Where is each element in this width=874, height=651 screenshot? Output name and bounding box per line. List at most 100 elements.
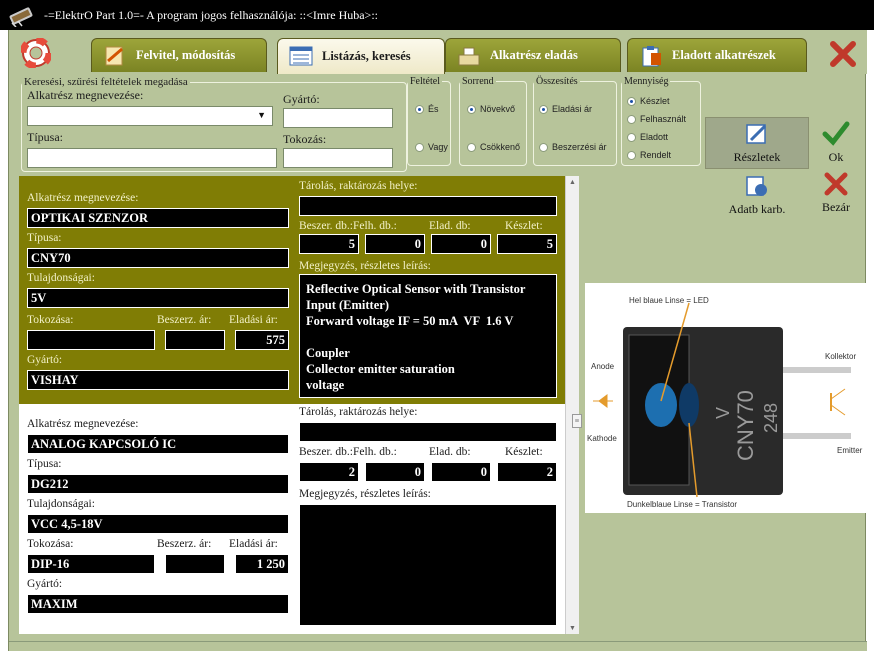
radio-label: Felhasznált xyxy=(640,114,687,124)
name-label: Alkatrész megnevezése: xyxy=(27,418,139,430)
chevron-down-icon[interactable]: ▼ xyxy=(257,110,266,120)
radio-dot xyxy=(627,150,636,160)
radio-dot xyxy=(627,114,636,124)
close-icon[interactable] xyxy=(829,40,857,68)
app-icon xyxy=(9,7,33,27)
radio-sold[interactable]: Eladott xyxy=(627,132,668,142)
status-bar xyxy=(9,641,867,651)
part-notes[interactable]: Reflective Optical Sensor with Transisto… xyxy=(299,274,557,398)
tab-label: Eladott alkatrészek xyxy=(672,48,776,62)
stock-label: Készlet: xyxy=(505,446,543,458)
name-label: Alkatrész megnevezése: xyxy=(27,192,139,204)
chip-marking-number: 248 xyxy=(761,403,781,433)
chip-marking: CNY70 xyxy=(733,390,758,461)
radio-dot xyxy=(467,104,476,114)
part-buy-price xyxy=(165,554,225,574)
tab-list-search[interactable]: Listázás, keresés xyxy=(277,38,445,74)
radio-used[interactable]: Felhasznált xyxy=(627,114,686,124)
emitter-caption: Emitter xyxy=(837,446,863,455)
cny70-diagram: Hel blaue Linse = LED Dunkelblaue Linse … xyxy=(587,296,863,509)
tab-part-sale[interactable]: Alkatrész eladás xyxy=(445,38,621,72)
part-used-qty: 0 xyxy=(365,462,425,482)
part-sell-price: 1 250 xyxy=(235,554,289,574)
cathode-caption: Kathode xyxy=(587,434,617,443)
package-label: Tokozása: xyxy=(27,538,74,550)
order-legend: Sorrend xyxy=(462,76,494,87)
part-props: VCC 4,5-18V xyxy=(27,514,289,534)
radio-label: Csökkenő xyxy=(480,142,521,152)
order-fieldset: Sorrend xyxy=(459,76,527,166)
clipboard-icon xyxy=(642,46,661,67)
condition-fieldset: Feltétel xyxy=(407,76,451,166)
splitter-handle[interactable]: ≡ xyxy=(572,414,582,428)
radio-sell-price[interactable]: Eladási ár xyxy=(539,104,592,114)
ok-button[interactable]: Ok xyxy=(815,120,857,165)
radio-and[interactable]: És xyxy=(415,104,439,114)
part-sold-qty: 0 xyxy=(431,462,491,482)
search-legend: Keresési, szűrési feltételek megadása xyxy=(24,76,188,88)
main-window: Felvitel, módosítás Listázás, keresés Al… xyxy=(8,30,874,651)
buy-qty-label: Beszer. db.: xyxy=(299,220,353,232)
filter-panel: Keresési, szűrési feltételek megadása Al… xyxy=(15,74,861,216)
radio-dot xyxy=(627,96,636,106)
part-card[interactable]: Alkatrész megnevezése: ANALOG KAPCSOLÓ I… xyxy=(19,404,565,634)
radio-or[interactable]: Vagy xyxy=(415,142,448,152)
buy-qty-label: Beszer. db.: xyxy=(299,446,353,458)
close-button[interactable]: Bezár xyxy=(815,172,857,215)
details-button[interactable]: Részletek xyxy=(705,117,809,169)
notes-label: Megjegyzés, részletes leírás: xyxy=(299,488,431,500)
cash-register-icon xyxy=(458,47,480,66)
type-label: Típusa: xyxy=(27,458,62,470)
used-qty-label: Felh. db.: xyxy=(353,446,397,458)
storage-label: Tárolás, raktározás helye: xyxy=(299,180,418,192)
part-buy-qty: 5 xyxy=(299,234,359,254)
db-maintenance-button[interactable]: Adatb karb. xyxy=(715,174,799,217)
type-input[interactable] xyxy=(27,148,277,168)
radio-stock[interactable]: Készlet xyxy=(627,96,670,106)
collector-caption: Kollektor xyxy=(825,352,856,361)
radio-dot xyxy=(539,104,548,114)
props-label: Tulajdonságai: xyxy=(27,498,95,510)
tab-label: Felvitel, módosítás xyxy=(136,48,236,62)
radio-descending[interactable]: Csökkenő xyxy=(467,142,520,152)
details-label: Részletek xyxy=(733,150,781,164)
radio-buy-price[interactable]: Beszerzési ár xyxy=(539,142,607,152)
buy-price-label: Beszerz. ár: xyxy=(157,538,212,550)
scroll-down-icon[interactable]: ▼ xyxy=(569,624,576,632)
sold-qty-label: Elad. db: xyxy=(429,220,471,232)
radio-label: Vagy xyxy=(428,142,448,152)
chip-logo: V xyxy=(713,407,733,419)
part-props: 5V xyxy=(27,288,289,308)
buy-price-label: Beszerz. ár: xyxy=(157,314,212,326)
radio-ordered[interactable]: Rendelt xyxy=(627,150,671,160)
radio-ascending[interactable]: Növekvő xyxy=(467,104,515,114)
help-lifebuoy-icon[interactable] xyxy=(21,38,51,68)
package-label: Tokozása: xyxy=(27,314,74,326)
title-bar: -=ElektrO Part 1.0=- A program jogos fel… xyxy=(0,0,874,30)
name-combobox[interactable]: ▼ xyxy=(27,106,273,126)
storage-label: Tárolás, raktározás helye: xyxy=(299,406,418,418)
radio-dot xyxy=(627,132,636,142)
notepad-icon xyxy=(105,46,123,66)
tab-label: Alkatrész eladás xyxy=(490,48,578,62)
package-input[interactable] xyxy=(283,148,393,168)
tab-entry-edit[interactable]: Felvitel, módosítás xyxy=(91,38,267,72)
type-label: Típusa: xyxy=(27,232,62,244)
scroll-up-icon[interactable]: ▲ xyxy=(569,178,576,186)
checkmark-icon xyxy=(822,121,850,146)
radio-label: Készlet xyxy=(640,96,670,106)
part-notes[interactable] xyxy=(299,504,557,626)
part-type: DG212 xyxy=(27,474,289,494)
vertical-scrollbar[interactable]: ▲ ▼ xyxy=(565,176,579,634)
tab-sold-parts[interactable]: Eladott alkatrészek xyxy=(627,38,807,72)
edit-icon xyxy=(746,124,767,144)
tab-bar: Felvitel, módosítás Listázás, keresés Al… xyxy=(9,30,867,74)
part-sold-qty: 0 xyxy=(431,234,491,254)
results-list[interactable]: Alkatrész megnevezése: OPTIKAI SZENZOR T… xyxy=(19,176,579,634)
part-type: CNY70 xyxy=(27,248,289,268)
part-card[interactable]: Alkatrész megnevezése: OPTIKAI SZENZOR T… xyxy=(19,176,565,404)
tab-label: Listázás, keresés xyxy=(322,49,411,63)
part-name: OPTIKAI SZENZOR xyxy=(27,208,289,228)
manufacturer-input[interactable] xyxy=(283,108,393,128)
manufacturer-label: Gyártó: xyxy=(27,578,63,590)
